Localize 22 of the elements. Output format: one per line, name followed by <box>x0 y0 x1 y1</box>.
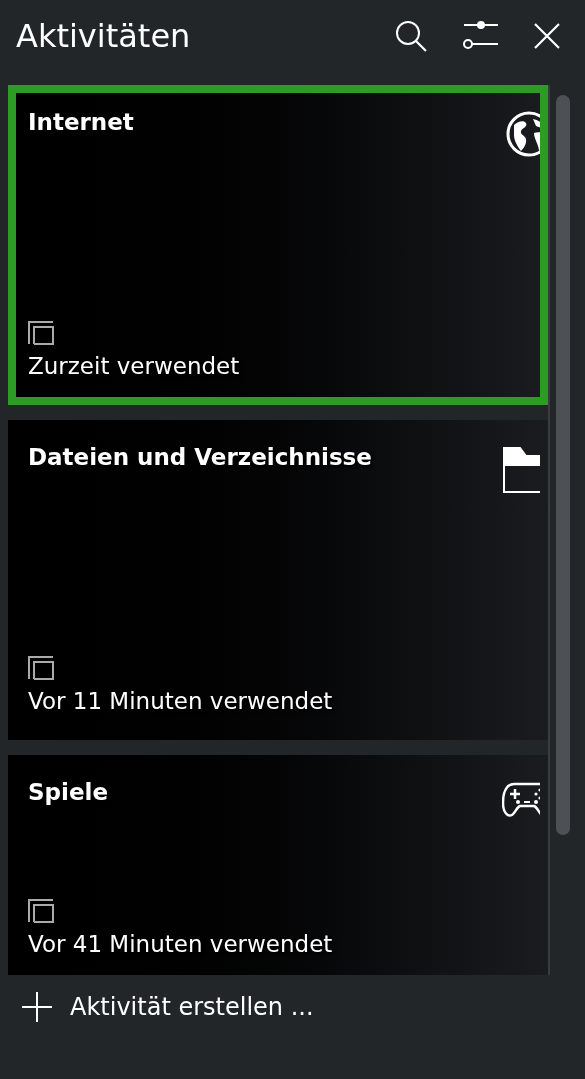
create-activity-button[interactable]: Aktivität erstellen ... <box>0 989 585 1025</box>
window-icon <box>28 320 54 345</box>
activity-card[interactable]: Dateien und Verzeichnisse Vor 11 Minuten verwendet <box>8 420 548 740</box>
panel-title: Aktivitäten <box>16 16 192 57</box>
sliders-icon <box>463 20 499 52</box>
globe-icon <box>506 111 540 157</box>
activity-name: Spiele <box>28 778 109 807</box>
scrollbar-thumb[interactable] <box>556 95 570 835</box>
folder-icon <box>502 446 540 494</box>
window-icon <box>28 898 54 923</box>
activity-status: Vor 41 Minuten verwendet <box>27 929 334 959</box>
activity-card[interactable]: Internet Zurzeit verwendet <box>8 85 548 405</box>
window-icon <box>28 655 54 680</box>
search-icon <box>394 19 428 53</box>
activity-name: Dateien und Verzeichnisse <box>28 443 373 472</box>
activity-status: Zurzeit verwendet <box>27 351 241 381</box>
activity-status: Vor 11 Minuten verwendet <box>27 686 334 716</box>
plus-icon <box>22 992 52 1022</box>
gamepad-icon <box>502 781 540 819</box>
activity-name: Internet <box>28 108 135 137</box>
activity-card[interactable]: Spiele Vor 41 Minuten verwendet <box>8 755 548 975</box>
close-icon <box>534 23 560 49</box>
